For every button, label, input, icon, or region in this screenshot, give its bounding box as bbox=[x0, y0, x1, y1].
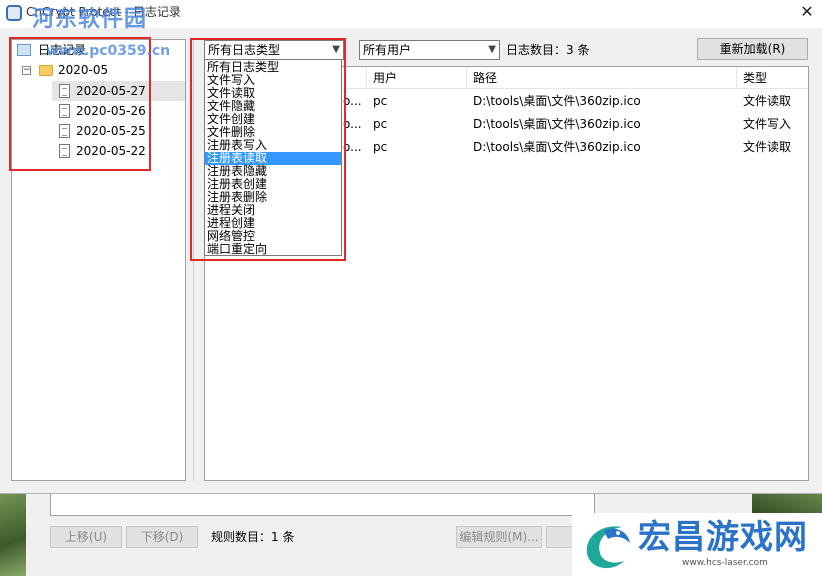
chevron-down-icon: ▼ bbox=[332, 44, 340, 55]
log-window: CnCrypt Protect - 日志记录 ✕ 日志记录 − 2020-05 … bbox=[0, 0, 822, 494]
tree-folder[interactable]: − 2020-05 bbox=[12, 60, 185, 80]
log-file-icon bbox=[59, 124, 70, 138]
tree-date-item[interactable]: 2020-05-25 bbox=[52, 121, 185, 141]
path-cell: D:\tools\桌面\文件\360zip.ico bbox=[473, 140, 641, 154]
tree-date-label: 2020-05-27 bbox=[76, 84, 146, 98]
type-cell: 文件写入 bbox=[743, 117, 792, 131]
edit-rule-button[interactable]: 编辑规则(M)... bbox=[456, 526, 542, 548]
user-cell: pc bbox=[373, 94, 388, 108]
folder-icon bbox=[39, 65, 53, 76]
watermark-title: 河东软件园 bbox=[32, 7, 148, 32]
log-file-icon bbox=[59, 144, 70, 158]
tree-date-label: 2020-05-26 bbox=[76, 104, 146, 118]
tree-date-label: 2020-05-22 bbox=[76, 144, 146, 158]
log-root-icon bbox=[17, 44, 31, 56]
column-header-user[interactable]: 用户 bbox=[367, 67, 467, 89]
tree-folder-label: 2020-05 bbox=[58, 63, 109, 77]
brand-url: www.hcs-laser.com bbox=[682, 558, 768, 568]
reload-button[interactable]: 重新加载(R) bbox=[697, 38, 808, 60]
path-cell: D:\tools\桌面\文件\360zip.ico bbox=[473, 117, 641, 131]
type-cell: 文件读取 bbox=[743, 94, 792, 108]
tree-date-item[interactable]: 2020-05-26 bbox=[52, 101, 185, 121]
type-cell: 文件读取 bbox=[743, 140, 792, 154]
dropdown-option[interactable]: 端口重定向 bbox=[205, 243, 341, 256]
log-file-icon bbox=[59, 104, 70, 118]
log-count-label: 日志数目：3 条 bbox=[506, 43, 590, 57]
move-down-button[interactable]: 下移(D) bbox=[126, 526, 198, 548]
log-type-select-value: 所有日志类型 bbox=[208, 43, 281, 57]
desktop-wallpaper-left bbox=[0, 488, 26, 576]
user-select-value: 所有用户 bbox=[363, 43, 412, 57]
collapse-icon[interactable]: − bbox=[22, 66, 31, 75]
brand-logo-icon bbox=[586, 526, 630, 569]
user-cell: pc bbox=[373, 117, 388, 131]
tree-date-item[interactable]: 2020-05-27 bbox=[52, 81, 185, 101]
pane-splitter[interactable] bbox=[193, 39, 194, 481]
log-type-dropdown-list[interactable]: 所有日志类型 文件写入 文件读取 文件隐藏 文件创建 文件删除 注册表写入 注册… bbox=[204, 59, 342, 256]
rule-count-label: 规则数目：1 条 bbox=[211, 530, 295, 544]
chevron-down-icon: ▼ bbox=[488, 44, 496, 55]
brand-watermark: 宏昌游戏网 www.hcs-laser.com bbox=[572, 513, 822, 576]
column-header-path[interactable]: 路径 bbox=[467, 67, 737, 89]
tree-date-label: 2020-05-25 bbox=[76, 124, 146, 138]
user-select[interactable]: 所有用户 ▼ bbox=[359, 40, 500, 60]
brand-name: 宏昌游戏网 bbox=[638, 517, 808, 556]
watermark-url: www.pc0359.cn bbox=[46, 43, 171, 59]
move-up-button[interactable]: 上移(U) bbox=[50, 526, 122, 548]
user-cell: pc bbox=[373, 140, 388, 154]
close-button[interactable]: ✕ bbox=[792, 0, 822, 24]
app-lock-icon bbox=[6, 5, 22, 21]
column-header-type[interactable]: 类型 bbox=[737, 67, 808, 89]
path-cell: D:\tools\桌面\文件\360zip.ico bbox=[473, 94, 641, 108]
log-type-select[interactable]: 所有日志类型 ▼ bbox=[204, 40, 344, 60]
tree-date-item[interactable]: 2020-05-22 bbox=[52, 141, 185, 161]
log-tree[interactable]: 日志记录 − 2020-05 2020-05-27 2020-05-26 202… bbox=[11, 39, 186, 481]
log-file-icon bbox=[59, 84, 70, 98]
